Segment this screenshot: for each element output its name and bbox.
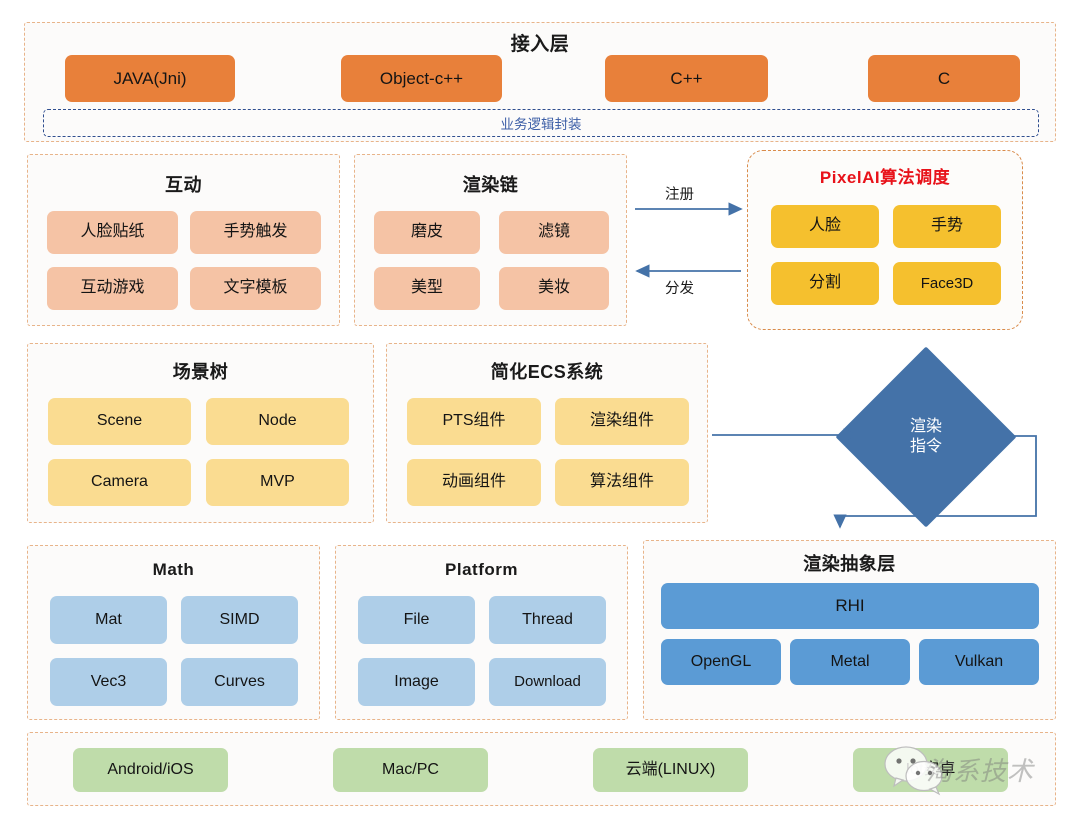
math-title: Math xyxy=(152,560,195,579)
pixelai-title: PixelAI算法调度 xyxy=(819,168,951,187)
architecture-diagram: 接入层 JAVA(Jni) Object-c++ C++ C 业务逻辑封装 互动… xyxy=(0,0,1080,827)
pixelai-chip-gesture[interactable]: 手势 xyxy=(893,205,1001,248)
scene-tree-group: 场景树 Scene Node Camera MVP xyxy=(27,343,374,523)
access-chip-objectcpp[interactable]: Object-c++ xyxy=(341,55,502,102)
pixelai-chip-face3d[interactable]: Face3D xyxy=(893,262,1001,305)
math-chip-vec3[interactable]: Vec3 xyxy=(50,658,167,706)
ecs-chip-animation-component[interactable]: 动画组件 xyxy=(407,459,541,506)
render-chain-chip-makeup[interactable]: 美妆 xyxy=(499,267,609,310)
platform-title: Platform xyxy=(445,560,518,579)
platform-chip-thread[interactable]: Thread xyxy=(489,596,606,644)
interaction-title: 互动 xyxy=(165,175,202,195)
pixelai-chip-segmentation[interactable]: 分割 xyxy=(771,262,879,305)
render-chain-chip-beauty-shape[interactable]: 美型 xyxy=(374,267,480,310)
business-logic-wrapper-box: 业务逻辑封装 xyxy=(43,109,1039,137)
target-platforms-group: Android/iOS Mac/PC 云端(LINUX) Iot安卓 xyxy=(27,732,1056,806)
platform-chip-android-ios[interactable]: Android/iOS xyxy=(73,748,228,792)
interaction-group: 互动 人脸贴纸 手势触发 互动游戏 文字模板 xyxy=(27,154,340,326)
render-abstraction-chip-rhi[interactable]: RHI xyxy=(661,583,1039,629)
scene-tree-title: 场景树 xyxy=(172,362,229,382)
render-chain-group: 渲染链 磨皮 滤镜 美型 美妆 xyxy=(354,154,627,326)
render-abstraction-chip-vulkan[interactable]: Vulkan xyxy=(919,639,1039,685)
math-chip-mat[interactable]: Mat xyxy=(50,596,167,644)
render-chain-chip-filter[interactable]: 滤镜 xyxy=(499,211,609,254)
scene-tree-chip-node[interactable]: Node xyxy=(206,398,349,445)
render-command-line1: 渲染 xyxy=(909,418,942,435)
platform-chip-cloud-linux[interactable]: 云端(LINUX) xyxy=(593,748,748,792)
render-abstraction-group: 渲染抽象层 RHI OpenGL Metal Vulkan xyxy=(643,540,1056,720)
ecs-chip-algorithm-component[interactable]: 算法组件 xyxy=(555,459,689,506)
access-chip-c[interactable]: C xyxy=(868,55,1020,102)
ecs-chip-pts-component[interactable]: PTS组件 xyxy=(407,398,541,445)
platform-chip-download[interactable]: Download xyxy=(489,658,606,706)
interaction-chip-gesture-trigger[interactable]: 手势触发 xyxy=(190,211,321,254)
render-abstraction-title: 渲染抽象层 xyxy=(803,554,896,574)
platform-chip-iot-android[interactable]: Iot安卓 xyxy=(853,748,1008,792)
interaction-chip-text-template[interactable]: 文字模板 xyxy=(190,267,321,310)
render-abstraction-chip-opengl[interactable]: OpenGL xyxy=(661,639,781,685)
math-group: Math Mat SIMD Vec3 Curves xyxy=(27,545,320,720)
platform-chip-mac-pc[interactable]: Mac/PC xyxy=(333,748,488,792)
access-chip-java[interactable]: JAVA(Jni) xyxy=(65,55,235,102)
platform-chip-image[interactable]: Image xyxy=(358,658,475,706)
ecs-title: 简化ECS系统 xyxy=(490,362,604,382)
pixelai-chip-face[interactable]: 人脸 xyxy=(771,205,879,248)
math-chip-curves[interactable]: Curves xyxy=(181,658,298,706)
access-layer-title: 接入层 xyxy=(510,34,570,55)
render-command-line2: 指令 xyxy=(909,438,942,455)
render-chain-chip-smooth[interactable]: 磨皮 xyxy=(374,211,480,254)
access-layer-group: 接入层 JAVA(Jni) Object-c++ C++ C 业务逻辑封装 xyxy=(24,22,1056,142)
arrow-label-register: 注册 xyxy=(665,187,694,203)
math-chip-simd[interactable]: SIMD xyxy=(181,596,298,644)
scene-tree-chip-mvp[interactable]: MVP xyxy=(206,459,349,506)
render-command-label: 渲染 指令 xyxy=(862,373,990,501)
access-chip-cpp[interactable]: C++ xyxy=(605,55,768,102)
render-abstraction-chip-metal[interactable]: Metal xyxy=(790,639,910,685)
platform-group: Platform File Thread Image Download xyxy=(335,545,628,720)
platform-chip-file[interactable]: File xyxy=(358,596,475,644)
arrow-label-dispatch: 分发 xyxy=(665,281,694,297)
scene-tree-chip-camera[interactable]: Camera xyxy=(48,459,191,506)
interaction-chip-face-sticker[interactable]: 人脸贴纸 xyxy=(47,211,178,254)
scene-tree-chip-scene[interactable]: Scene xyxy=(48,398,191,445)
pixelai-scheduler-group: PixelAI算法调度 人脸 手势 分割 Face3D xyxy=(747,150,1023,330)
render-chain-title: 渲染链 xyxy=(462,175,519,195)
interaction-chip-mini-game[interactable]: 互动游戏 xyxy=(47,267,178,310)
ecs-group: 简化ECS系统 PTS组件 渲染组件 动画组件 算法组件 xyxy=(386,343,708,523)
ecs-chip-render-component[interactable]: 渲染组件 xyxy=(555,398,689,445)
